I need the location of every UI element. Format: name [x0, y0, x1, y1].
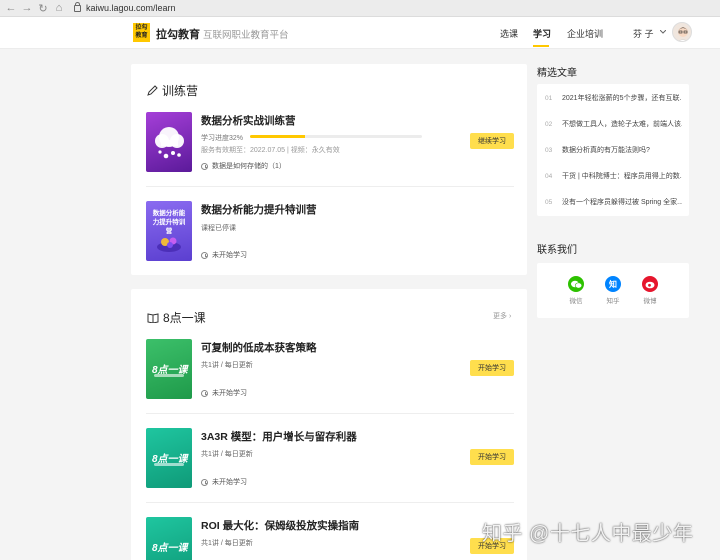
course-meta: 共1讲 / 每日更新 [201, 451, 253, 458]
more-link-text: 更多 [493, 313, 507, 320]
article-number: 03 [545, 146, 553, 154]
article-number: 02 [545, 120, 553, 128]
divider [146, 502, 514, 503]
progress-bar [250, 135, 422, 138]
clock-icon [201, 251, 208, 259]
chevron-down-icon[interactable] [660, 30, 666, 34]
divider [146, 413, 514, 414]
browser-toolbar: ← → ↻ ⌂ kaiwu.lagou.com/learn [0, 0, 720, 17]
thumbnail-decoration [154, 463, 184, 466]
lock-icon [74, 1, 81, 12]
wechat-icon [568, 276, 584, 292]
article-title: 干货 | 中科院博士：程序员用得上的数... [562, 173, 682, 180]
course-title[interactable]: 可复制的低成本获客策略 [201, 340, 317, 355]
course-title[interactable]: 数据分析能力提升特训营 [201, 202, 317, 217]
course-thumbnail[interactable]: 数据分析能力提升特训营 [146, 201, 192, 261]
more-link[interactable]: 更多 › [493, 311, 511, 321]
watermark: 知乎 @十七人中最少年 [482, 523, 694, 545]
start-learning-button[interactable]: 开始学习 [470, 449, 514, 465]
learning-status: 未开始学习 [201, 250, 247, 260]
article-title: 不想做工具人，造轮子太难，前端人该... [562, 121, 682, 128]
progress-label: 学习进度32% [201, 135, 244, 142]
nav-item-select-course[interactable]: 选课 [500, 27, 518, 40]
course-status: 课程已停课 [201, 225, 236, 232]
contact-label: 微信 [569, 298, 583, 305]
contact-label: 微博 [643, 298, 657, 305]
chevron-right-icon: › [508, 313, 512, 320]
logo-text-bottom: 教育 [135, 33, 148, 39]
contact-wechat[interactable]: 微信 [561, 276, 591, 305]
article-item[interactable]: 05 没有一个程序员躲得过被 Spring 全家... [537, 189, 689, 215]
brand-name[interactable]: 拉勾教育 [156, 26, 200, 42]
last-lesson-text: 数据是如何存储的（1） [212, 163, 286, 170]
last-lesson[interactable]: 数据是如何存储的（1） [201, 161, 286, 171]
article-number: 04 [545, 172, 553, 180]
brand-subtitle: 互联网职业教育平台 [203, 30, 289, 41]
course-thumbnail[interactable]: 8点一课 [146, 428, 192, 488]
url-text: kaiwu.lagou.com/learn [86, 3, 176, 13]
home-icon[interactable]: ⌂ [52, 1, 66, 15]
learning-status: 未开始学习 [201, 388, 247, 398]
progress-fill [250, 135, 306, 138]
clock-icon [201, 478, 208, 486]
clock-icon [201, 162, 208, 170]
start-learning-button[interactable]: 开始学习 [470, 360, 514, 376]
course-thumbnail[interactable] [146, 112, 192, 172]
thumbnail-caption: 8点一课 [152, 543, 188, 554]
bootcamp-title: 训练营 [162, 84, 199, 98]
user-name[interactable]: 芬 子 [633, 27, 654, 40]
forward-icon[interactable]: → [20, 1, 34, 15]
contact-heading: 联系我们 [537, 245, 577, 256]
nav-item-learn[interactable]: 学习 [533, 27, 551, 40]
course-thumbnail[interactable]: 8点一课 [146, 339, 192, 399]
nav-item-enterprise[interactable]: 企业培训 [567, 27, 603, 40]
pencil-icon [147, 85, 158, 96]
avatar[interactable] [672, 22, 692, 42]
course-meta: 共1讲 / 每日更新 [201, 362, 253, 369]
course-meta: 共1讲 / 每日更新 [201, 540, 253, 547]
back-icon[interactable]: ← [4, 1, 18, 15]
article-item[interactable]: 03 数据分析真的有万能法则吗? [537, 137, 689, 163]
learning-status-text: 未开始学习 [212, 252, 247, 259]
zhihu-icon: 知 [605, 276, 621, 292]
weibo-icon [642, 276, 658, 292]
logo-text-top: 拉勾 [135, 25, 148, 31]
learning-status-text: 未开始学习 [212, 390, 247, 397]
learning-status: 未开始学习 [201, 477, 247, 487]
contact-label: 知乎 [606, 298, 620, 305]
article-number: 05 [545, 198, 553, 206]
eight-oclock-title: 8点一课 [163, 311, 206, 325]
learning-status-text: 未开始学习 [212, 479, 247, 486]
article-item[interactable]: 02 不想做工具人，造轮子太难，前端人该... [537, 111, 689, 137]
article-item[interactable]: 04 干货 | 中科院博士：程序员用得上的数... [537, 163, 689, 189]
article-title: 2021年轻松涨薪的5个步骤，还有互联... [562, 95, 682, 102]
course-title[interactable]: ROI 最大化：保姆级投放实操指南 [201, 518, 359, 533]
active-nav-indicator [533, 45, 549, 47]
contact-weibo[interactable]: 微博 [635, 276, 665, 305]
clock-icon [201, 389, 208, 397]
article-item[interactable]: 01 2021年轻松涨薪的5个步骤，还有互联... [537, 85, 689, 111]
site-header: 拉勾 教育 拉勾教育 互联网职业教育平台 选课 学习 企业培训 芬 子 [0, 17, 720, 49]
address-bar[interactable]: kaiwu.lagou.com/learn [74, 1, 176, 15]
thumbnail-decoration [154, 374, 184, 377]
reload-icon[interactable]: ↻ [36, 1, 50, 15]
bootcamp-heading: 训练营 [147, 82, 198, 99]
course-title[interactable]: 数据分析实战训练营 [201, 113, 296, 128]
contact-zhihu[interactable]: 知 知乎 [598, 276, 628, 305]
eight-oclock-heading: 8点一课 [147, 309, 206, 326]
continue-learning-button[interactable]: 继续学习 [470, 133, 514, 149]
article-title: 数据分析真的有万能法则吗? [562, 147, 650, 154]
article-number: 01 [545, 94, 553, 102]
divider [146, 186, 514, 187]
course-thumbnail[interactable]: 8点一课 [146, 517, 192, 560]
book-icon [147, 313, 159, 323]
articles-heading: 精选文章 [537, 68, 577, 79]
logo[interactable]: 拉勾 教育 [133, 23, 150, 42]
validity-text: 服务有效期至：2022.07.05 | 视频：永久有效 [201, 147, 340, 154]
article-title: 没有一个程序员躲得过被 Spring 全家... [562, 199, 682, 206]
course-title[interactable]: 3A3R 模型：用户增长与留存利器 [201, 429, 357, 444]
